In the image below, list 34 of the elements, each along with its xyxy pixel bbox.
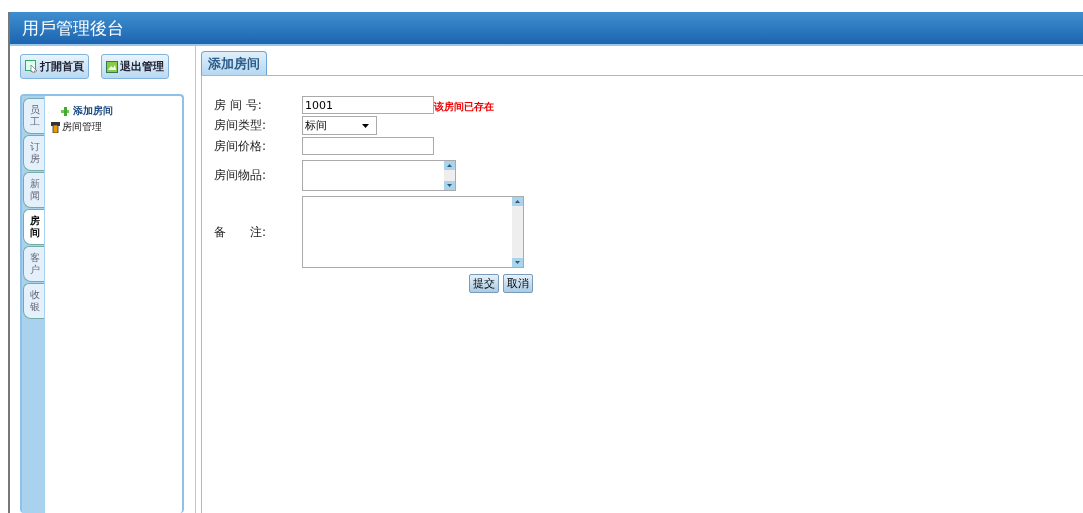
vertical-tab[interactable]: 客户 <box>23 246 44 282</box>
scroll-down-icon <box>444 181 455 190</box>
field-label: 房间价格: <box>214 137 268 155</box>
vertical-tab[interactable]: 员工 <box>23 98 44 134</box>
plus-icon <box>61 106 71 116</box>
toolbar-button[interactable]: 退出管理 <box>101 54 169 79</box>
key-icon <box>51 121 60 133</box>
vertical-tab[interactable]: 收银 <box>23 283 44 319</box>
scrollbar[interactable] <box>512 197 523 267</box>
image-icon <box>106 60 118 73</box>
app-title: 用戶管理後台 <box>22 16 124 40</box>
form-button[interactable]: 提交 <box>469 274 499 293</box>
tree-item[interactable]: 添加房间 <box>51 104 113 118</box>
content-tab[interactable]: 添加房间 <box>201 51 267 75</box>
toolbar-button[interactable]: 打開首頁 <box>20 54 89 79</box>
dropdown[interactable]: 标间 <box>302 116 377 135</box>
field-label: 房 间 号: <box>214 96 263 114</box>
vertical-tab[interactable]: 订房 <box>23 135 44 171</box>
field-label: 备 注: <box>214 223 268 241</box>
error-message: 该房间已存在 <box>434 99 494 114</box>
form-button[interactable]: 取消 <box>503 274 533 293</box>
scrollbar[interactable] <box>444 161 455 190</box>
scroll-down-icon <box>512 258 523 267</box>
scroll-up-icon <box>444 161 455 170</box>
caret-icon <box>362 123 369 128</box>
scroll-up-icon <box>512 197 523 206</box>
text-area[interactable] <box>302 196 524 268</box>
tree-item[interactable]: 房间管理 <box>51 120 113 134</box>
text-field[interactable]: 1001 <box>302 96 434 114</box>
vertical-tab[interactable]: 房间 <box>23 209 44 245</box>
text-field[interactable] <box>302 137 434 155</box>
vertical-tab[interactable]: 新闻 <box>23 172 44 208</box>
field-label: 房间类型: <box>214 117 268 134</box>
field-label: 房间物品: <box>214 167 268 184</box>
